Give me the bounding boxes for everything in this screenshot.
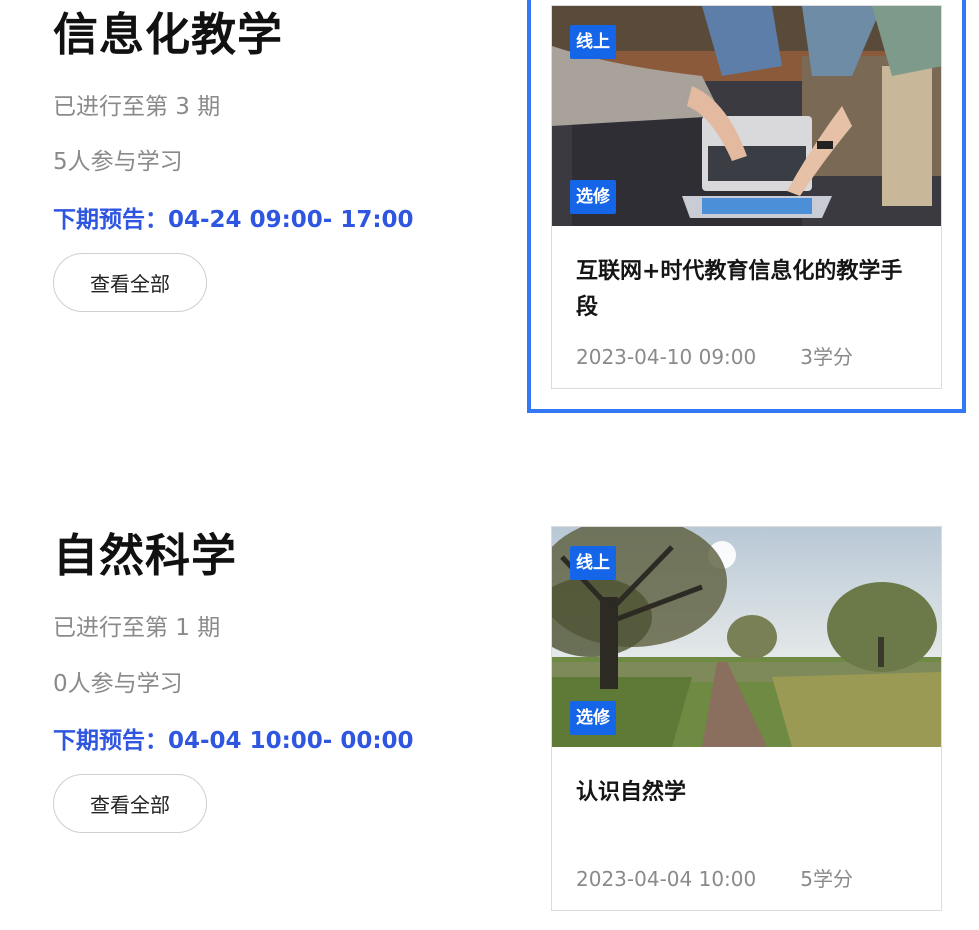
- elective-badge: 选修: [570, 180, 616, 214]
- card-title[interactable]: 互联网+时代教育信息化的教学手段: [576, 254, 919, 326]
- card-title[interactable]: 认识自然学: [576, 775, 919, 811]
- course-cover-image: 线上 选修: [552, 6, 941, 226]
- course-title: 自然科学: [53, 529, 238, 582]
- card-credits: 5学分: [800, 867, 853, 891]
- course-info: 自然科学 已进行至第 1 期 0人参与学习 下期预告：04-04 10:00- …: [53, 526, 493, 833]
- card-date: 2023-04-04 10:00: [576, 867, 757, 891]
- course-title: 信息化教学: [53, 8, 284, 61]
- card-meta: 2023-04-04 10:00 5学分: [576, 863, 853, 892]
- next-session-preview: 下期预告：04-04 10:00- 00:00: [53, 728, 414, 754]
- card-credits: 3学分: [800, 345, 853, 369]
- course-learners: 0人参与学习: [53, 671, 183, 697]
- course-card[interactable]: 线上 选修 认识自然学 2023-04-04 10:00 5学分: [551, 526, 942, 911]
- course-progress: 已进行至第 3 期: [53, 94, 221, 120]
- view-all-button[interactable]: 查看全部: [53, 253, 207, 312]
- course-progress: 已进行至第 1 期: [53, 615, 221, 641]
- course-info: 信息化教学 已进行至第 3 期 5人参与学习 下期预告：04-24 09:00-…: [53, 5, 493, 312]
- online-badge: 线上: [570, 546, 616, 580]
- view-all-button[interactable]: 查看全部: [53, 774, 207, 833]
- card-meta: 2023-04-10 09:00 3学分: [576, 341, 853, 370]
- card-date: 2023-04-10 09:00: [576, 345, 757, 369]
- course-cover-image: 线上 选修: [552, 527, 941, 747]
- online-badge: 线上: [570, 25, 616, 59]
- course-learners: 5人参与学习: [53, 149, 183, 175]
- next-session-preview: 下期预告：04-24 09:00- 17:00: [53, 207, 414, 233]
- elective-badge: 选修: [570, 701, 616, 735]
- course-card[interactable]: 线上 选修 互联网+时代教育信息化的教学手段 2023-04-10 09:00 3…: [527, 0, 966, 413]
